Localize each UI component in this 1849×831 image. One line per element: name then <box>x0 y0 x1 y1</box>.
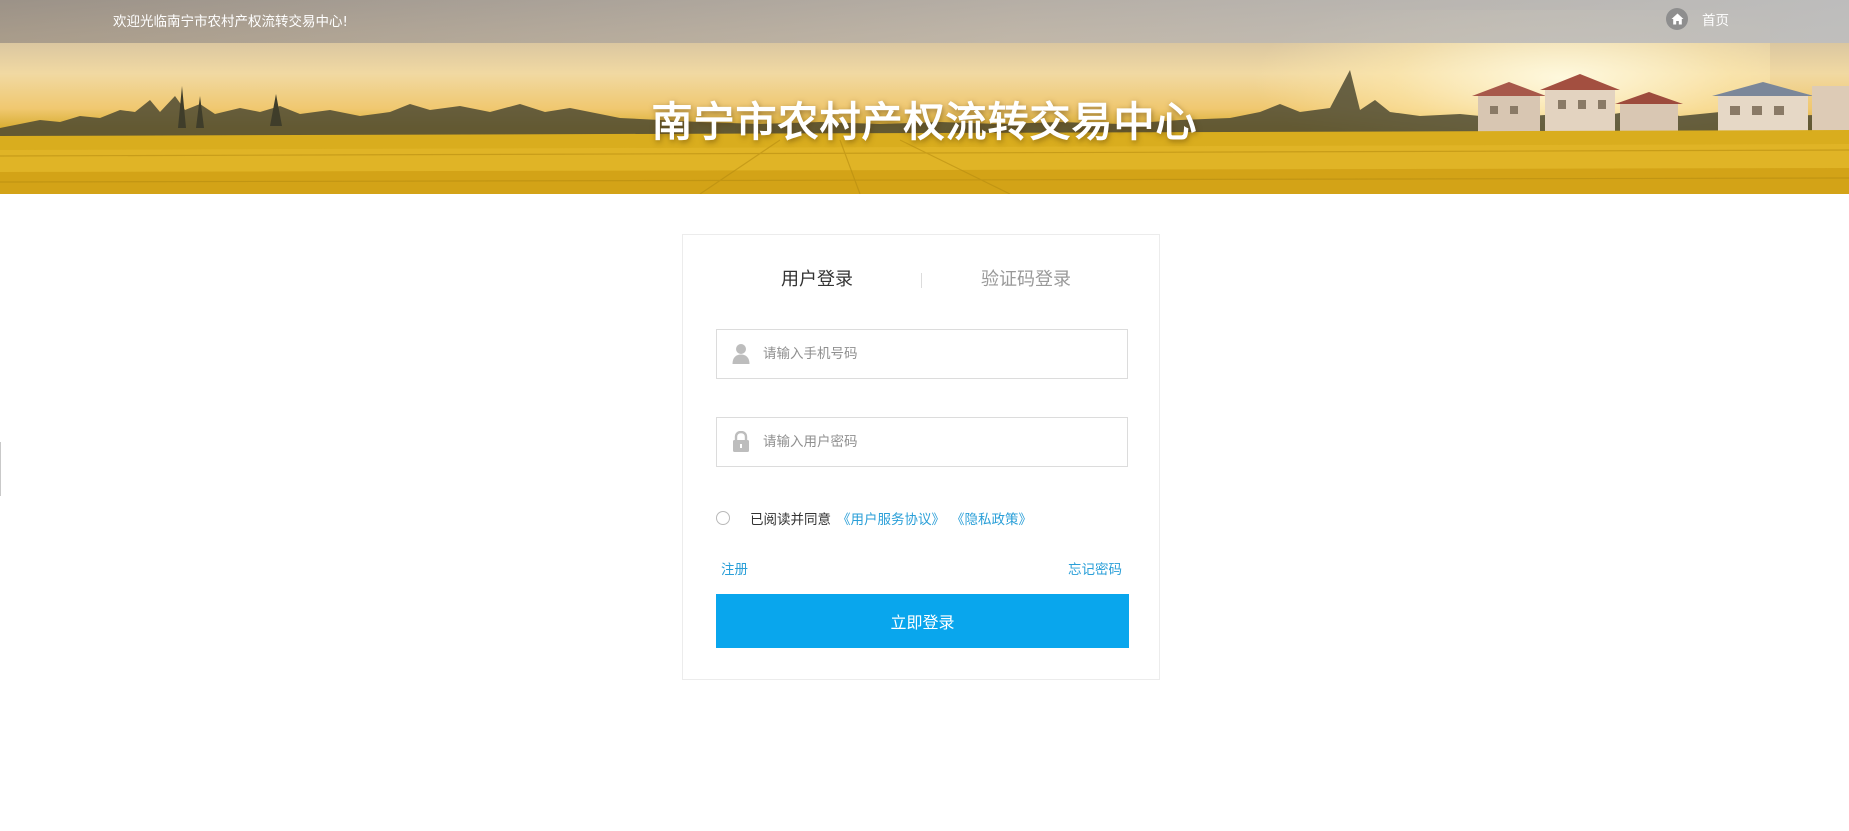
password-input[interactable] <box>763 418 1113 466</box>
forgot-password-link[interactable]: 忘记密码 <box>1068 558 1122 578</box>
top-bar: 欢迎光临南宁市农村产权流转交易中心! 首页 <box>0 0 1849 43</box>
login-card: 用户登录 验证码登录 已阅读并同意 《用户服务协议》 《隐私政策》 注册 忘记密… <box>682 234 1160 680</box>
login-submit-button[interactable]: 立即登录 <box>716 594 1129 648</box>
service-agreement-link[interactable]: 《用户服务协议》 <box>837 508 945 528</box>
user-icon <box>732 343 750 369</box>
login-tabs: 用户登录 验证码登录 <box>683 265 1159 295</box>
welcome-text: 欢迎光临南宁市农村产权流转交易中心! <box>113 14 348 30</box>
phone-field <box>716 329 1128 379</box>
privacy-policy-link[interactable]: 《隐私政策》 <box>951 508 1032 528</box>
home-icon <box>1666 8 1688 30</box>
home-link[interactable]: 首页 <box>1666 8 1729 30</box>
agreement-row: 已阅读并同意 《用户服务协议》 《隐私政策》 <box>716 508 1032 528</box>
phone-input[interactable] <box>763 330 1113 378</box>
agreement-radio[interactable] <box>716 511 730 525</box>
tab-divider <box>921 273 922 288</box>
lock-icon <box>732 430 750 457</box>
password-field <box>716 417 1128 467</box>
tab-user-login[interactable]: 用户登录 <box>781 265 853 291</box>
tab-sms-code-login[interactable]: 验证码登录 <box>981 265 1071 291</box>
left-edge-divider <box>0 442 1 496</box>
register-link[interactable]: 注册 <box>721 558 748 578</box>
home-label: 首页 <box>1702 13 1729 29</box>
header-banner: 欢迎光临南宁市农村产权流转交易中心! 首页 南宁市农村产权流转交易中心 <box>0 0 1849 194</box>
site-title: 南宁市农村产权流转交易中心 <box>651 98 1198 146</box>
agreement-text: 已阅读并同意 <box>750 512 831 528</box>
